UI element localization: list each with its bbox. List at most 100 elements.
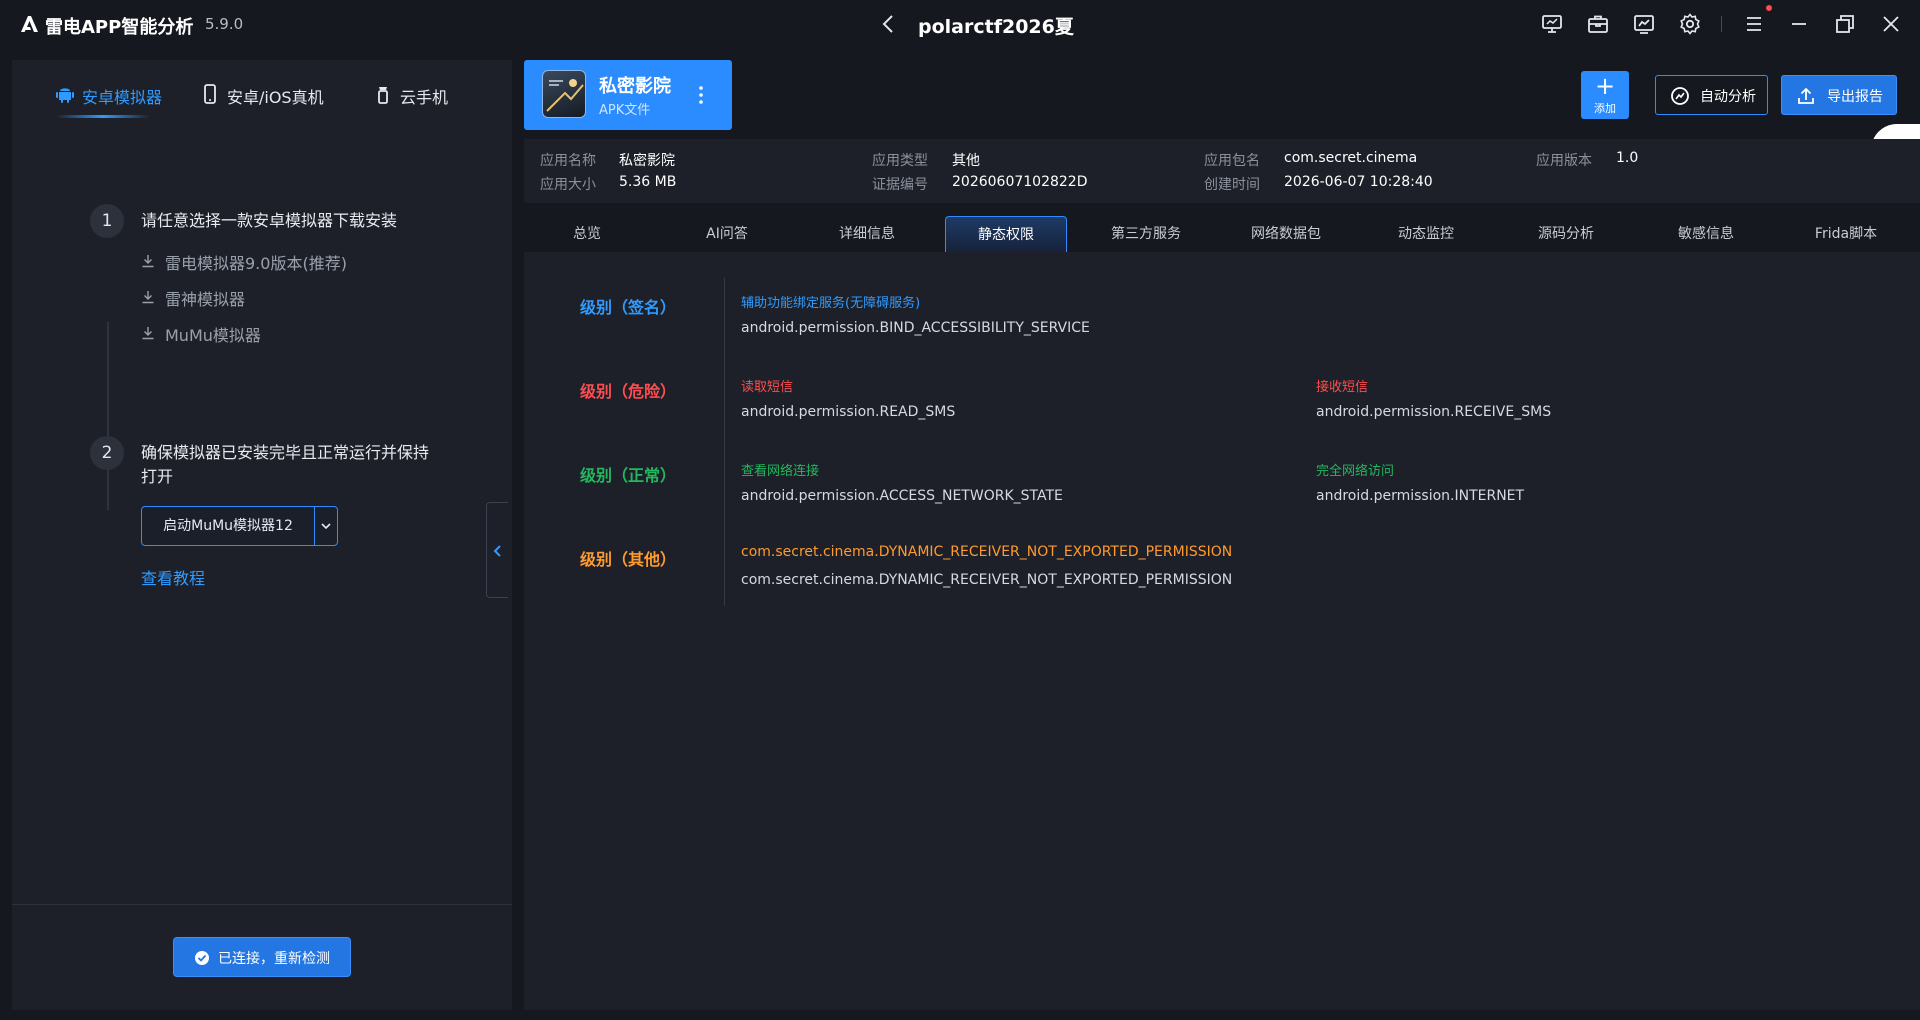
permission-description: 完全网络访问: [1316, 464, 1395, 479]
info-label: 应用版本: [1536, 153, 1592, 169]
level-signature-label: 级别（签名）: [580, 298, 677, 317]
chevron-down-icon[interactable]: [315, 507, 337, 545]
settings-gear-icon[interactable]: [1678, 12, 1702, 36]
launch-emulator-split-button: 启动MuMu模拟器12: [141, 506, 338, 546]
menu-icon[interactable]: [1742, 12, 1766, 36]
tab-real-device[interactable]: 安卓/iOS真机: [201, 82, 341, 112]
info-label: 应用类型: [872, 153, 928, 169]
back-chevron-icon[interactable]: [878, 12, 900, 36]
tab-label: 云手机: [400, 88, 449, 107]
title-bar: 雷电APP智能分析 5.9.0 polarctf2026夏: [0, 0, 1920, 48]
add-button[interactable]: + 添加: [1581, 71, 1629, 119]
info-label: 应用大小: [540, 177, 596, 193]
export-label: 导出报告: [1827, 89, 1883, 105]
permission-name: android.permission.BIND_ACCESSIBILITY_SE…: [741, 320, 1090, 336]
permissions-content: 级别（签名） 辅助功能绑定服务(无障碍服务) android.permissio…: [524, 252, 1920, 1010]
info-label: 应用包名: [1204, 153, 1260, 169]
tab-frida-script[interactable]: Frida脚本: [1785, 216, 1907, 252]
info-app-type: 其他: [952, 153, 980, 169]
step-1-badge: 1: [90, 204, 124, 238]
titlebar-separator: [1721, 16, 1722, 32]
reconnect-check-button[interactable]: 已连接，重新检测: [173, 937, 351, 977]
app-card[interactable]: 私密影院 APK文件: [524, 60, 732, 130]
restore-icon[interactable]: [1833, 12, 1857, 36]
tab-overview[interactable]: 总览: [526, 216, 648, 252]
app-card-type: APK文件: [599, 103, 651, 118]
level-other-label: 级别（其他）: [580, 550, 677, 569]
export-upload-icon: [1798, 87, 1814, 104]
tab-static-permissions[interactable]: 静态权限: [945, 216, 1067, 252]
add-label: 添加: [1594, 102, 1616, 115]
step-2-badge: 2: [90, 436, 124, 470]
auto-analyze-icon: [1671, 87, 1689, 105]
tab-label: 安卓模拟器: [82, 88, 163, 107]
download-icon: [142, 255, 154, 268]
screen-icon[interactable]: [1540, 12, 1564, 36]
permission-name: com.secret.cinema.DYNAMIC_RECEIVER_NOT_E…: [741, 572, 1233, 588]
app-info-panel: 应用名称 私密影院 应用大小 5.36 MB 应用类型 其他 证据编号 2026…: [524, 139, 1920, 203]
permission-description: 查看网络连接: [741, 464, 820, 479]
main-area: 私密影院 APK文件 + 添加 自动分析 导出报告 应用名称 私密影院 应用大小…: [524, 60, 1920, 1010]
monitor-chart-icon[interactable]: [1632, 12, 1656, 36]
permission-name: android.permission.READ_SMS: [741, 404, 956, 420]
app-card-name: 私密影院: [599, 76, 671, 97]
permission-name: android.permission.INTERNET: [1316, 488, 1525, 504]
analysis-tabs: 总览 AI问答 详细信息 静态权限 第三方服务 网络数据包 动态监控 源码分析 …: [524, 216, 1920, 252]
tab-dynamic-monitor[interactable]: 动态监控: [1365, 216, 1487, 252]
notification-dot: [1766, 5, 1772, 11]
app-thumbnail: [542, 70, 586, 118]
level-divider: [724, 278, 725, 606]
chevron-left-icon: [493, 545, 501, 557]
app-poster-image: [546, 79, 584, 112]
permission-description: 辅助功能绑定服务(无障碍服务): [741, 296, 921, 311]
permission-name: android.permission.ACCESS_NETWORK_STATE: [741, 488, 1063, 504]
app-version: 5.9.0: [205, 15, 244, 33]
auto-analyze-label: 自动分析: [1700, 89, 1756, 105]
info-created-time: 2026-06-07 10:28:40: [1284, 174, 1433, 190]
export-report-button[interactable]: 导出报告: [1781, 75, 1897, 115]
download-icon: [142, 327, 154, 340]
info-package-name: com.secret.cinema: [1284, 150, 1418, 166]
tab-details[interactable]: 详细信息: [806, 216, 928, 252]
plus-icon: +: [1594, 72, 1616, 100]
collapse-panel-handle[interactable]: [486, 502, 508, 598]
info-label: 创建时间: [1204, 177, 1260, 193]
toolbox-icon[interactable]: [1586, 12, 1610, 36]
launch-emulator-button[interactable]: 启动MuMu模拟器12: [142, 507, 314, 545]
tab-cloud-phone[interactable]: 云手机: [374, 82, 464, 112]
info-app-version: 1.0: [1616, 150, 1639, 166]
tab-network-packets[interactable]: 网络数据包: [1225, 216, 1347, 252]
permission-description: 读取短信: [741, 380, 794, 395]
tab-ai-qa[interactable]: AI问答: [666, 216, 788, 252]
panel-divider: [12, 904, 512, 905]
permission-description: 接收短信: [1316, 380, 1369, 395]
active-tab-indicator: [56, 115, 150, 118]
close-icon[interactable]: [1879, 12, 1903, 36]
download-icon: [142, 291, 154, 304]
android-icon: [56, 88, 74, 103]
tab-third-party-services[interactable]: 第三方服务: [1085, 216, 1207, 252]
download-label: 雷电模拟器9.0版本(推荐): [165, 254, 347, 273]
reconnect-label: 已连接，重新检测: [218, 951, 330, 967]
tab-label: 安卓/iOS真机: [227, 88, 324, 107]
info-label: 证据编号: [872, 177, 928, 193]
download-label: 雷神模拟器: [165, 290, 246, 309]
minimize-icon[interactable]: [1787, 12, 1811, 36]
permission-description: com.secret.cinema.DYNAMIC_RECEIVER_NOT_E…: [741, 544, 1233, 560]
view-tutorial-link[interactable]: 查看教程: [141, 565, 205, 589]
app-name: 雷电APP智能分析: [45, 17, 194, 38]
phone-icon: [204, 84, 216, 104]
app-logo-icon: [21, 16, 38, 32]
tab-source-analysis[interactable]: 源码分析: [1505, 216, 1627, 252]
check-circle-icon: [195, 951, 209, 965]
more-vertical-icon[interactable]: [694, 83, 708, 107]
info-evidence-number: 20260607102822D: [952, 174, 1088, 190]
tab-android-emulator[interactable]: 安卓模拟器: [56, 82, 186, 112]
tab-sensitive-info[interactable]: 敏感信息: [1645, 216, 1767, 252]
auto-analyze-button[interactable]: 自动分析: [1655, 75, 1768, 115]
level-dangerous-label: 级别（危险）: [580, 382, 677, 401]
step-connector: [107, 322, 109, 510]
info-label: 应用名称: [540, 153, 596, 169]
device-panel: 安卓模拟器 安卓/iOS真机 云手机 1 请任意选择一款安卓模拟器下载安装 雷电…: [12, 60, 512, 1010]
cloud-phone-icon: [378, 87, 388, 104]
